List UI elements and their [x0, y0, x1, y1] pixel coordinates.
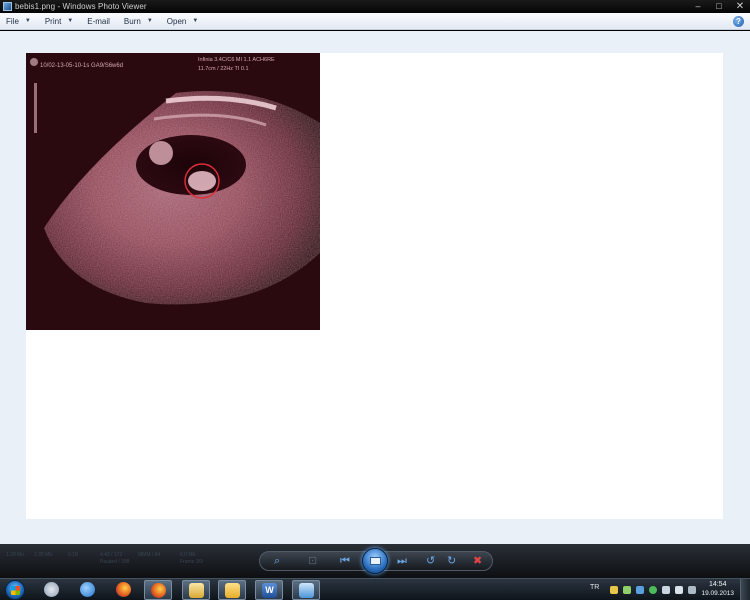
- ultrasound-image: 10/02-13-05-10-1s GA9/S6w6d Infinia 3.4C…: [26, 53, 320, 330]
- readout-item: Paused / 398: [100, 559, 130, 565]
- readout-item: 4.42 / 172: [100, 552, 123, 558]
- clock[interactable]: 14:54 19.09.2013: [701, 580, 734, 598]
- status-readout: 1.28 Mo. 2.35 Mb. 0.18 4.42 / 172 Paused…: [0, 550, 260, 570]
- photo-viewer-app-icon: [3, 2, 12, 11]
- chevron-down-icon: ▼: [67, 18, 74, 24]
- ultrasound-scan: 10/02-13-05-10-1s GA9/S6w6d Infinia 3.4C…: [26, 53, 320, 330]
- taskbar-app-word[interactable]: W: [255, 580, 283, 600]
- chevron-down-icon: ▼: [146, 18, 153, 24]
- tray-display-icon[interactable]: [688, 586, 696, 594]
- menu-open-label: Open: [166, 16, 187, 26]
- tray-flag-icon[interactable]: [662, 586, 670, 594]
- menu-burn[interactable]: Burn ▼: [124, 17, 153, 26]
- taskbar: W TR 14:54 19.09.2013: [0, 578, 750, 600]
- previous-icon[interactable]: ⏮: [340, 555, 350, 567]
- chevron-down-icon: ▼: [24, 18, 31, 24]
- menu-bar: File ▼ Print ▼ E-mail Burn ▼ Open ▼ ?: [0, 13, 750, 30]
- start-button[interactable]: [5, 580, 25, 600]
- word-icon: W: [262, 583, 277, 598]
- tray-folder-icon[interactable]: [610, 586, 618, 594]
- delete-icon[interactable]: ✖: [473, 555, 482, 567]
- taskbar-app-file-explorer[interactable]: [182, 580, 210, 600]
- language-indicator[interactable]: TR: [590, 584, 599, 591]
- file-explorer-icon: [189, 583, 204, 598]
- scan-header-left: 10/02-13-05-10-1s GA9/S6w6d: [40, 63, 123, 69]
- taskbar-app-paint[interactable]: [38, 580, 66, 600]
- scan-logo-icon: [30, 58, 38, 66]
- scan-header-right-2: 11.7cm / 22Hz TI 0.1: [198, 66, 249, 72]
- slideshow-button[interactable]: [362, 548, 388, 574]
- readout-item: 1.28 Mo.: [6, 552, 26, 558]
- title-bar: bebis1.png - Windows Photo Viewer – □ ✕: [0, 0, 750, 13]
- scan-header-right: Infinia 3.4C/C6 MI 1.1 ACH6RE: [198, 57, 275, 63]
- window-title: bebis1.png - Windows Photo Viewer: [15, 2, 147, 11]
- show-desktop-button[interactable]: [740, 579, 750, 600]
- taskbar-app-folder[interactable]: [218, 580, 246, 600]
- next-icon[interactable]: ⏭: [397, 555, 407, 567]
- menu-email-label: E-mail: [87, 16, 110, 26]
- folder-icon: [225, 583, 240, 598]
- embryo: [188, 171, 216, 191]
- windows-logo-icon: [11, 586, 20, 595]
- system-tray: TR 14:54 19.09.2013: [580, 579, 750, 600]
- readout-item: 6.0 Mb.: [180, 552, 197, 558]
- menu-print[interactable]: Print ▼: [45, 17, 73, 26]
- menu-print-label: Print: [44, 16, 62, 26]
- menu-open[interactable]: Open ▼: [167, 17, 199, 26]
- volume-icon[interactable]: [675, 586, 683, 594]
- rotate-clockwise-icon[interactable]: ↻: [447, 555, 456, 567]
- depth-scale: [34, 83, 37, 133]
- tray-shield-icon[interactable]: [636, 586, 644, 594]
- taskbar-app-internet-explorer[interactable]: [74, 580, 102, 600]
- menu-email[interactable]: E-mail: [87, 17, 110, 26]
- firefox-icon: [116, 582, 131, 597]
- minimize-button[interactable]: –: [692, 1, 704, 12]
- readout-item: 0.18: [68, 552, 78, 558]
- paint-icon: [44, 582, 59, 597]
- internet-explorer-icon: [80, 582, 95, 597]
- zoom-icon[interactable]: ⌕: [274, 555, 280, 567]
- readout-item: MMM / 84: [138, 552, 161, 558]
- clock-time: 14:54: [708, 581, 727, 588]
- slideshow-icon: [370, 557, 381, 565]
- tray-network-icon[interactable]: [623, 586, 631, 594]
- menu-file-label: File: [6, 16, 19, 26]
- photo-viewer-area: 10/02-13-05-10-1s GA9/S6w6d Infinia 3.4C…: [0, 31, 750, 544]
- taskbar-app-photo-viewer[interactable]: [292, 580, 320, 600]
- image-canvas: 10/02-13-05-10-1s GA9/S6w6d Infinia 3.4C…: [26, 53, 723, 519]
- maximize-button[interactable]: □: [713, 1, 725, 12]
- chevron-down-icon: ▼: [192, 18, 199, 24]
- playback-control-bar: 1.28 Mo. 2.35 Mb. 0.18 4.42 / 172 Paused…: [0, 544, 750, 578]
- rotate-counterclockwise-icon[interactable]: ↺: [426, 555, 435, 567]
- yolk-sac: [149, 141, 173, 165]
- menu-burn-label: Burn: [123, 16, 141, 26]
- taskbar-app-firefox-active[interactable]: [144, 580, 172, 600]
- taskbar-app-firefox[interactable]: [110, 580, 138, 600]
- readout-item: 2.35 Mb.: [34, 552, 54, 558]
- menu-file[interactable]: File ▼: [6, 17, 31, 26]
- tray-status-icon[interactable]: [649, 586, 657, 594]
- photo-viewer-icon: [299, 583, 314, 598]
- close-button[interactable]: ✕: [734, 1, 746, 12]
- firefox-icon: [151, 583, 166, 598]
- clock-date: 19.09.2013: [701, 590, 734, 597]
- window-controls: – □ ✕: [692, 1, 746, 12]
- help-icon[interactable]: ?: [733, 16, 744, 27]
- actual-size-icon[interactable]: ⊡: [308, 555, 317, 567]
- readout-item: Frame 3/3: [180, 559, 203, 565]
